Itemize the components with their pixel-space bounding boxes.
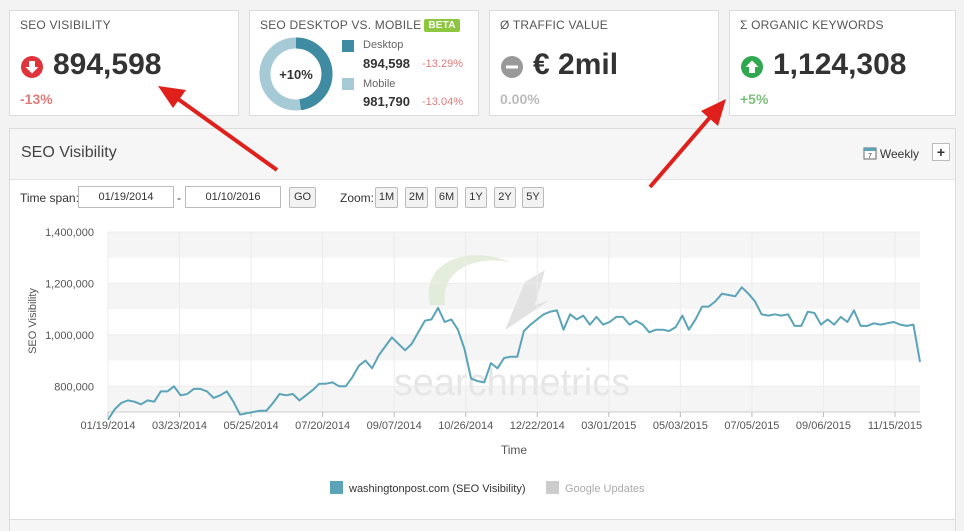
card-title: SEO DESKTOP VS. MOBILE BETA bbox=[260, 18, 460, 32]
card-title: Σ ORGANIC KEYWORDS bbox=[740, 18, 884, 32]
zoom-5y-button[interactable]: 5Y bbox=[522, 187, 544, 208]
desktop-value: 894,598 bbox=[363, 56, 410, 71]
kpi-card-traffic-value: Ø TRAFFIC VALUE € 2mil 0.00% bbox=[489, 10, 719, 116]
panel-footer bbox=[9, 520, 956, 531]
date-to-input[interactable] bbox=[185, 186, 281, 208]
mobile-legend-swatch bbox=[342, 78, 354, 90]
desktop-label: Desktop bbox=[363, 39, 404, 51]
date-from-input[interactable] bbox=[78, 186, 174, 208]
seo-visibility-panel: SEO Visibility 7 Weekly + Time span: - G… bbox=[9, 128, 956, 520]
kpi-change: 0.00% bbox=[500, 91, 540, 107]
card-title: Ø TRAFFIC VALUE bbox=[500, 18, 608, 32]
mobile-change: -13.04% bbox=[422, 96, 463, 108]
panel-header: SEO Visibility 7 Weekly + bbox=[10, 129, 955, 180]
go-button[interactable]: GO bbox=[289, 187, 316, 208]
mobile-label: Mobile bbox=[363, 78, 396, 90]
minus-circle-icon bbox=[501, 56, 523, 78]
kpi-card-desktop-vs-mobile: SEO DESKTOP VS. MOBILE BETA +10% Desktop … bbox=[249, 10, 479, 116]
add-button[interactable]: + bbox=[932, 143, 950, 161]
kpi-card-organic-keywords: Σ ORGANIC KEYWORDS 1,124,308 +5% bbox=[729, 10, 956, 116]
mobile-value: 981,790 bbox=[363, 94, 410, 109]
arrow-down-circle-icon bbox=[21, 56, 43, 78]
kpi-value: 894,598 bbox=[53, 48, 162, 81]
kpi-value: 1,124,308 bbox=[773, 48, 907, 81]
interval-label: Weekly bbox=[879, 147, 919, 161]
beta-badge: BETA bbox=[424, 19, 460, 32]
desktop-change: -13.29% bbox=[422, 58, 463, 70]
card-title: SEO VISIBILITY bbox=[20, 18, 111, 32]
calendar-icon: 7 bbox=[863, 147, 877, 160]
kpi-value: € 2mil bbox=[533, 48, 619, 81]
zoom-label: Zoom: bbox=[340, 191, 375, 205]
kpi-change: +5% bbox=[740, 91, 769, 107]
svg-text:7: 7 bbox=[868, 153, 872, 160]
timespan-label: Time span: bbox=[20, 191, 79, 205]
interval-selector[interactable]: 7 Weekly bbox=[863, 146, 919, 161]
date-separator: - bbox=[177, 191, 181, 205]
arrow-up-circle-icon bbox=[741, 56, 763, 78]
desktop-mobile-ring: +10% bbox=[259, 37, 333, 111]
zoom-1m-button[interactable]: 1M bbox=[375, 187, 398, 208]
zoom-1y-button[interactable]: 1Y bbox=[465, 187, 487, 208]
zoom-2m-button[interactable]: 2M bbox=[405, 187, 428, 208]
panel-title: SEO Visibility bbox=[21, 144, 117, 161]
zoom-6m-button[interactable]: 6M bbox=[435, 187, 458, 208]
desktop-legend-swatch bbox=[342, 40, 354, 52]
zoom-2y-button[interactable]: 2Y bbox=[494, 187, 516, 208]
kpi-card-seo-visibility: SEO VISIBILITY 894,598 -13% bbox=[9, 10, 239, 116]
ring-label: +10% bbox=[279, 67, 313, 82]
kpi-change: -13% bbox=[20, 91, 53, 107]
